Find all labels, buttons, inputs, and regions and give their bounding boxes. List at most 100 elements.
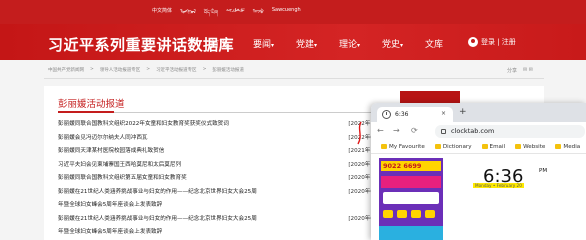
section-title: 彭丽媛活动报道	[58, 99, 125, 110]
article-title[interactable]: 年暨全球妇女峰会5周年座谈会上发表致辞	[58, 227, 162, 240]
article-title[interactable]: 彭丽媛会见冯迈尔尔纳夫人同冲西瓦	[58, 133, 148, 147]
article-title[interactable]: 彭丽媛在21世纪人类涵养挑战事业与妇女的作用——纪念北京世界妇女大会25周	[58, 187, 257, 201]
browser-window: 6:36 × + ← → ⟳ clocktab.com My Favourite…	[371, 103, 586, 240]
chevron-down-icon: ▾	[357, 42, 361, 49]
reload-button[interactable]: ⟳	[411, 126, 418, 135]
folder-icon	[481, 144, 488, 149]
breadcrumb-item[interactable]: 中国共产党新闻网	[48, 67, 84, 73]
site-header: 习近平系列重要讲话数据库 首页 要闻▾ 党建▾ 理论▾ 党史▾ 文库 登录 | …	[0, 24, 586, 60]
address-bar: ← → ⟳ clocktab.com	[371, 122, 586, 140]
language-link[interactable]: ᠮᠣᠩᠭᠣᠯ	[180, 7, 196, 21]
nav-label: 理论	[339, 40, 358, 50]
bookmark-label: Email	[489, 143, 506, 150]
share-icons[interactable]: ✉ ✉	[523, 67, 533, 74]
nav-theory[interactable]: 理论▾	[339, 37, 382, 50]
ad-phone-number: 9022 6699	[381, 161, 441, 171]
nav-party-history[interactable]: 党史▾	[382, 37, 425, 50]
folder-icon	[434, 144, 441, 149]
close-icon[interactable]: ×	[441, 110, 446, 117]
breadcrumb-item[interactable]: 领导人活动报道专区	[100, 67, 141, 73]
url-text: clocktab.com	[451, 127, 495, 135]
nav-home[interactable]: 首页	[210, 37, 253, 50]
lock-icon	[441, 129, 446, 134]
nav-label: 首页	[210, 40, 229, 50]
list-item[interactable]: 彭丽媛同联合国教科文组织2022年女童和妇女教育奖获奖仪式致贺词[2022年10…	[58, 119, 398, 133]
user-icon	[468, 37, 478, 47]
clock-icon	[382, 110, 391, 119]
top-language-bar: 中文简体 ᠮᠣᠩᠭᠣᠯ བོད་ཡིག ئۇيغۇرچە ᠮᠠᠨᠵᡠ Sawcu…	[0, 0, 586, 24]
breadcrumb-separator: >	[146, 67, 151, 72]
list-item[interactable]: 年暨全球妇女峰会5周年座谈会上发表致辞	[58, 200, 398, 214]
clock-display: 6:36 PM Monday • February 20	[463, 158, 563, 240]
article-title[interactable]: 彭丽媛同联合国教科文组织2022年女童和妇女教育奖获奖仪式致贺词	[58, 119, 229, 133]
tab-title: 6:36	[395, 111, 409, 118]
red-pen-mark	[357, 121, 362, 145]
clock-ampm: PM	[539, 168, 548, 174]
advertisement-banner[interactable]: 9022 6699	[379, 158, 443, 240]
article-list: 彭丽媛同联合国教科文组织2022年女童和妇女教育奖获奖仪式致贺词[2022年10…	[58, 119, 398, 240]
divider	[44, 78, 544, 79]
list-item[interactable]: 彭丽媛同联合国教科文组织第五届女童和妇女教育奖[2020年10月12日]	[58, 173, 398, 187]
forward-button[interactable]: →	[393, 126, 400, 135]
language-link[interactable]: Sawcuengh	[272, 7, 301, 21]
language-link[interactable]: ᠮᠠᠨᠵᡠ	[253, 7, 264, 21]
language-links: 中文简体 ᠮᠣᠩᠭᠣᠯ བོད་ཡིག ئۇيغۇرچە ᠮᠠᠨᠵᡠ Sawcu…	[152, 7, 301, 21]
login-register-link[interactable]: 登录 | 注册	[468, 37, 516, 47]
language-link[interactable]: བོད་ཡིག	[204, 7, 218, 21]
article-title[interactable]: 彭丽媛在21世纪人类涵养挑战事业与妇女的作用——纪念北京世界妇女大会25周	[58, 214, 257, 228]
new-tab-button[interactable]: +	[459, 107, 467, 117]
list-item[interactable]: 年暨全球妇女峰会5周年座谈会上发表致辞	[58, 227, 398, 240]
breadcrumb: 中国共产党新闻网 > 领导人活动报道专区 > 习近平活动报道专区 > 彭丽媛活动…	[48, 67, 244, 73]
bookmark-folder[interactable]: Dictionary	[434, 143, 472, 150]
page: 中文简体 ᠮᠣᠩᠭᠣᠯ བོད་ཡིག ئۇيغۇرچە ᠮᠠᠨᠵᡠ Sawcu…	[0, 0, 586, 240]
folder-icon	[381, 144, 387, 149]
truck-image	[383, 192, 439, 204]
nav-library[interactable]: 文库	[425, 37, 468, 50]
nav-news[interactable]: 要闻▾	[253, 37, 296, 50]
article-title[interactable]: 习近平夫妇会见柬埔寨国王西哈莫尼和太后莫尼列	[58, 160, 181, 174]
chevron-down-icon: ▾	[271, 42, 275, 49]
nav-party-building[interactable]: 党建▾	[296, 37, 339, 50]
ad-stripe	[381, 176, 441, 188]
list-item[interactable]: 彭丽媛同天津某村医院校园落成典礼致贺信[2021年10月12日]	[58, 146, 398, 160]
breadcrumb-item[interactable]: 习近平活动报道专区	[156, 67, 197, 73]
breadcrumb-current: 彭丽媛活动报道	[212, 68, 244, 73]
bookmark-label: Media	[563, 143, 581, 150]
article-title[interactable]: 彭丽媛同天津某村医院校园落成典礼致贺信	[58, 146, 164, 160]
bookmark-folder[interactable]: My Favourite	[381, 144, 425, 150]
nav-label: 党建	[296, 40, 315, 50]
chevron-down-icon: ▾	[400, 42, 404, 49]
list-item[interactable]: 彭丽媛在21世纪人类涵养挑战事业与妇女的作用——纪念北京世界妇女大会25周[20…	[58, 187, 398, 201]
site-title[interactable]: 习近平系列重要讲话数据库	[48, 34, 234, 55]
tab-bar: 6:36 × +	[371, 103, 586, 122]
language-link[interactable]: ئۇيغۇرچە	[226, 7, 245, 21]
nav-label: 文库	[425, 40, 444, 50]
browser-tab[interactable]: 6:36 ×	[377, 107, 453, 122]
bookmark-folder[interactable]: Media	[555, 144, 580, 150]
article-title[interactable]: 年暨全球妇女峰会5周年座谈会上发表致辞	[58, 200, 162, 214]
bookmark-label: Website	[523, 143, 546, 150]
bookmark-label: Dictionary	[442, 143, 472, 150]
chevron-down-icon: ▾	[314, 42, 318, 49]
bookmark-folder[interactable]: Email	[481, 143, 506, 150]
breadcrumb-separator: >	[202, 67, 207, 72]
language-link[interactable]: 中文简体	[152, 7, 172, 21]
list-item[interactable]: 彭丽媛在21世纪人类涵养挑战事业与妇女的作用——纪念北京世界妇女大会25周[20…	[58, 214, 398, 228]
background-logo-fragment	[400, 91, 460, 103]
article-title[interactable]: 彭丽媛同联合国教科文组织第五届女童和妇女教育奖	[58, 173, 187, 187]
nav-label: 要闻	[253, 40, 272, 50]
breadcrumb-separator: >	[90, 67, 94, 72]
folder-icon	[555, 144, 562, 149]
bookmark-label: My Favourite	[389, 143, 425, 150]
main-nav: 首页 要闻▾ 党建▾ 理论▾ 党史▾ 文库	[210, 37, 468, 50]
list-item[interactable]: 彭丽媛会见冯迈尔尔纳夫人同冲西瓦[2022年02月06日]	[58, 133, 398, 147]
browser-page: 9022 6699 6:36 PM Monday • February 20	[371, 154, 586, 240]
back-button[interactable]: ←	[377, 126, 384, 135]
nav-label: 党史	[382, 40, 401, 50]
share-area: 分享 ✉ ✉	[507, 67, 533, 74]
login-label: 登录 | 注册	[481, 38, 516, 46]
bookmark-folder[interactable]: Website	[515, 144, 545, 150]
list-item[interactable]: 习近平夫妇会见柬埔寨国王西哈莫尼和太后莫尼列[2020年11月06日]	[58, 160, 398, 174]
bookmarks-bar: My Favourite Dictionary Email Website Me…	[371, 140, 586, 154]
url-field[interactable]: clocktab.com	[435, 125, 585, 138]
